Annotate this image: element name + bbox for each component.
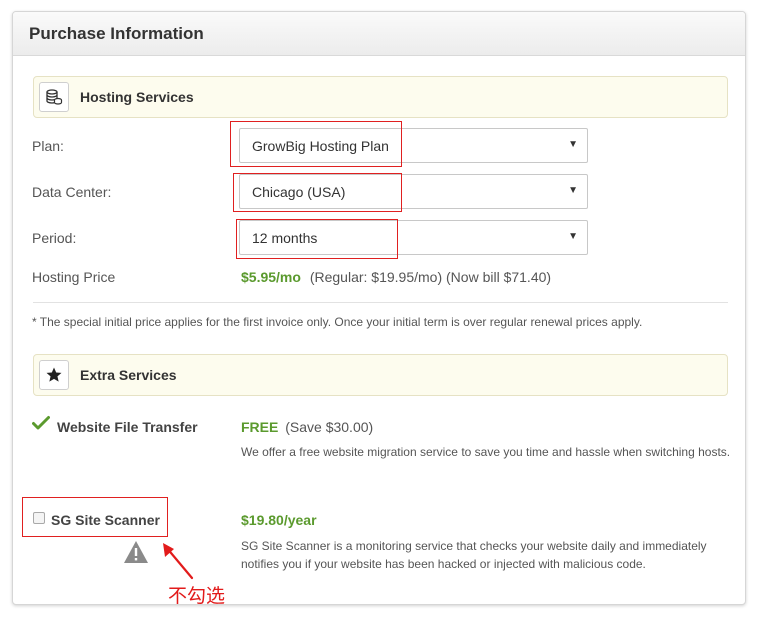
database-coins-icon [39,82,69,112]
annotation-text: 不勾选 [168,586,226,607]
datacenter-label: Data Center: [32,184,112,200]
sg-site-scanner-price: $19.80/year [241,512,317,528]
chevron-down-icon: ▼ [568,185,578,196]
period-label: Period: [32,230,77,246]
hosting-services-title: Hosting Services [80,89,194,105]
initial-price-note: * The special initial price applies for … [32,315,643,329]
panel-header: Purchase Information [13,12,745,56]
hosting-price-value: $5.95/mo [241,269,301,285]
warning-triangle-icon [123,540,149,569]
checkmark-icon [32,415,50,436]
divider [33,302,728,303]
hosting-price-details: (Regular: $19.95/mo) (Now bill $71.40) [309,269,552,285]
website-file-transfer-price-value: FREE [241,419,279,435]
star-icon [39,360,69,390]
annotation-arrow-icon [158,540,198,587]
plan-label: Plan: [32,138,64,154]
highlight-datacenter [233,173,402,212]
panel-title: Purchase Information [29,24,204,43]
sg-site-scanner-description: SG Site Scanner is a monitoring service … [241,539,707,571]
highlight-site-scanner [22,497,168,537]
extra-services-title: Extra Services [80,367,177,383]
website-file-transfer-price: FREE (Save $30.00) [241,419,373,435]
hosting-price: $5.95/mo (Regular: $19.95/mo) (Now bill … [241,269,551,285]
website-file-transfer-savings: (Save $30.00) [285,419,374,435]
website-file-transfer-name: Website File Transfer [57,419,198,435]
sg-site-scanner-price-value: $19.80/year [241,512,317,528]
highlight-plan [230,121,402,167]
extra-services-header: Extra Services [33,354,728,396]
chevron-down-icon: ▼ [568,231,578,242]
highlight-period [236,219,398,259]
purchase-information-panel: Purchase Information Hosting Services Pl… [12,11,746,605]
website-file-transfer-description: We offer a free website migration servic… [241,445,731,459]
hosting-services-header: Hosting Services [33,76,728,118]
hosting-price-label: Hosting Price [32,269,116,285]
chevron-down-icon: ▼ [568,139,578,150]
